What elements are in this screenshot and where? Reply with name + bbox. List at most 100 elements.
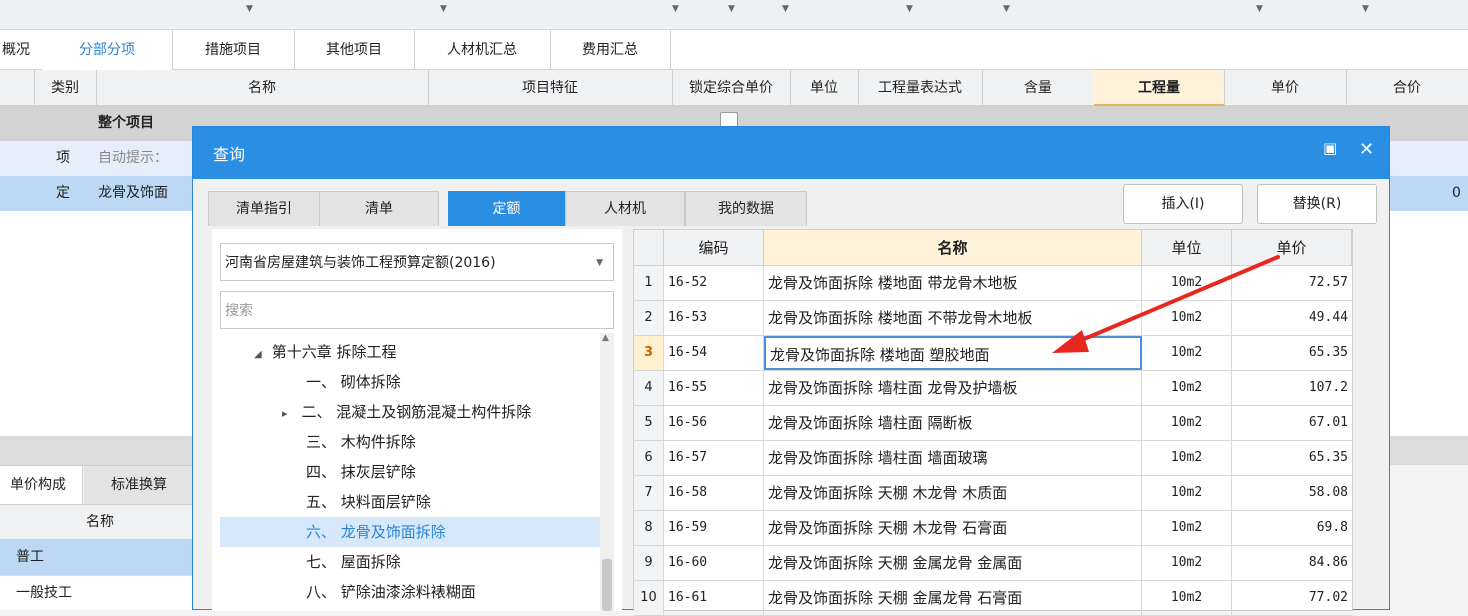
tree-node[interactable]: 一、 砌体拆除 <box>306 367 401 397</box>
grid-header-total[interactable]: 合价 <box>1346 70 1468 106</box>
row-total: 0 <box>1452 185 1461 201</box>
close-icon[interactable]: ✕ <box>1359 139 1374 160</box>
tree-node[interactable]: ▸ 二、 混凝土及钢筋混凝土构件拆除 <box>282 397 531 427</box>
tab-my-data[interactable]: 我的数据 <box>685 191 807 226</box>
row-price: 84.86 <box>1308 555 1348 570</box>
tab-measures[interactable]: 措施项目 <box>172 30 295 70</box>
table-row[interactable]: 4 16-55 龙骨及饰面拆除 墙柱面 龙骨及护墙板 10m2 107.2 <box>634 371 1352 406</box>
search-input[interactable]: 搜索 <box>220 291 614 329</box>
table-row[interactable]: 10 16-61 龙骨及饰面拆除 天棚 金属龙骨 石膏面 10m2 77.02 <box>634 581 1352 616</box>
col-header-code[interactable]: 编码 <box>664 230 764 266</box>
grid-header-name[interactable]: 名称 <box>96 70 429 106</box>
tab-quota[interactable]: 定额 <box>448 191 565 226</box>
grid-header-content[interactable]: 含量 <box>982 70 1095 106</box>
table-row[interactable]: 8 16-59 龙骨及饰面拆除 天棚 木龙骨 石膏面 10m2 69.8 <box>634 511 1352 546</box>
tab-standard-conversion[interactable]: 标准换算 <box>84 466 194 504</box>
row-unit: 10m2 <box>1142 301 1232 335</box>
replace-button[interactable]: 替换(R) <box>1257 184 1377 224</box>
tab-labor-material-machine[interactable]: 人材机 <box>565 191 685 226</box>
tab-list-guide[interactable]: 清单指引 <box>208 191 320 226</box>
row-index: 1 <box>634 266 664 300</box>
tree-scrollbar[interactable]: ▲ <box>600 333 614 611</box>
chevron-down-icon[interactable]: ▼ <box>246 4 253 14</box>
row-name: 龙骨及饰面拆除 天棚 木龙骨 石膏面 <box>764 511 1142 545</box>
chevron-down-icon[interactable]: ▼ <box>1362 4 1369 14</box>
col-header-price[interactable]: 单价 <box>1232 230 1352 266</box>
tree-node[interactable]: 三、 木构件拆除 <box>306 427 416 457</box>
query-dialog: 查询 ▣ ✕ 清单指引 清单 定额 人材机 我的数据 插入(I) 替换(R) 河… <box>192 126 1390 616</box>
quota-library-value: 河南省房屋建筑与装饰工程预算定额(2016) <box>225 255 496 271</box>
grid-header-features[interactable]: 项目特征 <box>428 70 673 106</box>
maximize-icon[interactable]: ▣ <box>1323 139 1337 157</box>
row-index: 8 <box>634 511 664 545</box>
tab-labor-material-summary[interactable]: 人材机汇总 <box>414 30 551 70</box>
tree-node[interactable]: 八、 铲除油漆涂料裱糊面 <box>306 577 476 607</box>
tab-other-items[interactable]: 其他项目 <box>294 30 415 70</box>
row-name: 龙骨及饰面拆除 楼地面 不带龙骨木地板 <box>764 301 1142 335</box>
quota-library-select[interactable]: 河南省房屋建筑与装饰工程预算定额(2016) ▼ <box>220 243 614 281</box>
row-unit: 10m2 <box>1142 406 1232 440</box>
table-row[interactable]: 3 16-54 龙骨及饰面拆除 楼地面 塑胶地面 10m2 65.35 <box>634 336 1352 371</box>
tree-node-selected[interactable]: 六、 龙骨及饰面拆除 <box>220 517 600 547</box>
chevron-down-icon[interactable]: ▼ <box>440 4 447 14</box>
row-unit: 10m2 <box>1142 371 1232 405</box>
tree-node-chapter-16[interactable]: ◢ 第十六章 拆除工程 <box>254 337 396 367</box>
quota-table: 编码 名称 单位 单价 1 16-52 龙骨及饰面拆除 楼地面 带龙骨木地板 10m2… <box>633 229 1353 616</box>
col-header-unit[interactable]: 单位 <box>1142 230 1232 266</box>
table-row[interactable]: 7 16-58 龙骨及饰面拆除 天棚 木龙骨 木质面 10m2 58.08 <box>634 476 1352 511</box>
list-item[interactable]: 普工 <box>0 540 200 575</box>
chevron-down-icon[interactable]: ▼ <box>1003 4 1010 14</box>
table-row[interactable]: 5 16-56 龙骨及饰面拆除 墙柱面 隔断板 10m2 67.01 <box>634 406 1352 441</box>
table-row[interactable]: 2 16-53 龙骨及饰面拆除 楼地面 不带龙骨木地板 10m2 49.44 <box>634 301 1352 336</box>
dialog-title-bar[interactable]: 查询 ▣ ✕ <box>193 127 1389 179</box>
grid-header-category[interactable]: 类别 <box>34 70 97 106</box>
chevron-down-icon[interactable]: ▼ <box>782 4 789 14</box>
row-name: 自动提示： <box>98 150 168 166</box>
row-unit: 10m2 <box>1142 336 1232 370</box>
table-row[interactable]: 9 16-60 龙骨及饰面拆除 天棚 金属龙骨 金属面 10m2 84.86 <box>634 546 1352 581</box>
chevron-down-icon: ▼ <box>596 258 603 268</box>
collapse-arrow-icon[interactable]: ◢ <box>254 349 262 360</box>
tree-node[interactable]: 四、 抹灰层铲除 <box>306 457 416 487</box>
main-grid-header: 类别 名称 项目特征 锁定综合单价 单位 工程量表达式 含量 工程量 单价 合价 <box>0 70 1468 106</box>
tab-price-composition[interactable]: 单价构成 <box>0 466 83 504</box>
grid-header-lock-price[interactable]: 锁定综合单价 <box>672 70 791 106</box>
row-name: 龙骨及饰面拆除 墙柱面 龙骨及护墙板 <box>764 371 1142 405</box>
row-name: 龙骨及饰面 <box>98 185 168 201</box>
list-item[interactable]: 一般技工 <box>0 575 200 610</box>
scroll-up-icon[interactable]: ▲ <box>602 333 609 343</box>
scroll-thumb[interactable] <box>602 559 612 611</box>
grid-header-quantity-expr[interactable]: 工程量表达式 <box>858 70 983 106</box>
row-code: 16-53 <box>664 301 764 335</box>
row-unit: 10m2 <box>1142 441 1232 475</box>
lower-grid-header-name[interactable]: 名称 <box>0 505 200 540</box>
grid-header-unit-price[interactable]: 单价 <box>1224 70 1347 106</box>
grid-header-quantity[interactable]: 工程量 <box>1094 70 1225 106</box>
chevron-down-icon[interactable]: ▼ <box>1256 4 1263 14</box>
table-row[interactable]: 6 16-57 龙骨及饰面拆除 墙柱面 墙面玻璃 10m2 65.35 <box>634 441 1352 476</box>
chapter-tree: ◢ 第十六章 拆除工程 一、 砌体拆除 ▸ 二、 混凝土及钢筋混凝土构件拆除 三、 … <box>220 333 600 611</box>
chevron-down-icon[interactable]: ▼ <box>672 4 679 14</box>
grid-header-blank <box>0 70 35 106</box>
tree-node[interactable]: 五、 块料面层铲除 <box>306 487 431 517</box>
row-category: 定 <box>56 185 70 201</box>
chevron-down-icon[interactable]: ▼ <box>906 4 913 14</box>
row-price: 107.2 <box>1308 380 1348 395</box>
row-price: 65.35 <box>1308 345 1348 360</box>
row-code: 16-54 <box>664 336 764 370</box>
tab-list[interactable]: 清单 <box>319 191 439 226</box>
chevron-down-icon[interactable]: ▼ <box>728 4 735 14</box>
table-row[interactable]: 1 16-52 龙骨及饰面拆除 楼地面 带龙骨木地板 10m2 72.57 <box>634 266 1352 301</box>
insert-button[interactable]: 插入(I) <box>1123 184 1243 224</box>
main-tab-bar: 概况 分部分项 措施项目 其他项目 人材机汇总 费用汇总 <box>0 30 1468 70</box>
row-name: 龙骨及饰面拆除 天棚 金属龙骨 金属面 <box>764 546 1142 580</box>
tree-node[interactable]: 七、 屋面拆除 <box>306 547 401 577</box>
col-header-name[interactable]: 名称 <box>764 230 1142 266</box>
row-price: 58.08 <box>1308 485 1348 500</box>
tab-sub-items[interactable]: 分部分项 <box>42 30 173 70</box>
grid-header-unit[interactable]: 单位 <box>790 70 859 106</box>
row-unit: 10m2 <box>1142 511 1232 545</box>
tab-cost-summary[interactable]: 费用汇总 <box>550 30 671 70</box>
expand-arrow-icon[interactable]: ▸ <box>282 407 288 420</box>
tab-overview[interactable]: 概况 <box>0 30 43 70</box>
